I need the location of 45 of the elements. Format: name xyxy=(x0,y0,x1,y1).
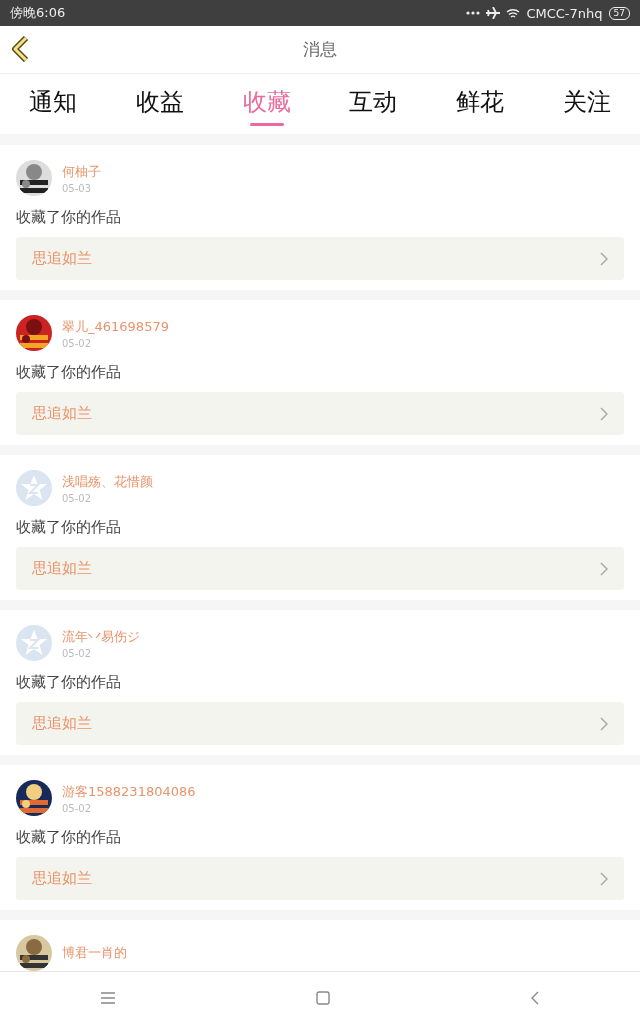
message-date: 05-02 xyxy=(62,647,93,659)
message-date: 05-02 xyxy=(62,337,93,349)
user-name[interactable]: 何柚子 xyxy=(62,162,101,181)
message-text: 收藏了你的作品 xyxy=(16,673,122,692)
chevron-right-icon xyxy=(600,406,608,421)
default-avatar-icon xyxy=(16,625,52,661)
chevron-right-icon xyxy=(600,871,608,886)
user-name[interactable]: 浅唱殇、花惜颜 xyxy=(62,472,153,491)
message-text: 收藏了你的作品 xyxy=(16,828,122,847)
category-tab[interactable]: 收藏 xyxy=(218,74,315,134)
category-tab[interactable]: 通知 xyxy=(5,74,101,134)
more-icon xyxy=(466,11,481,15)
user-name[interactable]: 流年丷易伤ジ xyxy=(62,627,140,646)
message-date: 05-02 xyxy=(62,802,93,814)
status-time: 傍晚6:06 xyxy=(10,4,66,22)
message-text: 收藏了你的作品 xyxy=(16,363,122,382)
default-avatar-icon xyxy=(16,470,52,506)
work-link[interactable]: 思追如兰 xyxy=(16,857,624,900)
category-tab[interactable]: 鲜花 xyxy=(432,74,529,134)
airplane-icon xyxy=(486,7,501,19)
message-text: 收藏了你的作品 xyxy=(16,518,122,537)
message-text: 收藏了你的作品 xyxy=(16,208,122,227)
user-name[interactable]: 游客1588231804086 xyxy=(62,782,196,801)
message-date: 05-03 xyxy=(62,182,93,194)
work-link[interactable]: 思追如兰 xyxy=(16,237,624,280)
work-link[interactable]: 思追如兰 xyxy=(16,392,624,435)
page-title: 消息 xyxy=(303,38,337,61)
user-name[interactable]: 翠儿_461698579 xyxy=(62,317,169,336)
work-link[interactable]: 思追如兰 xyxy=(16,702,624,745)
chevron-right-icon xyxy=(600,561,608,576)
back-nav-icon[interactable] xyxy=(531,991,540,1005)
wifi-icon xyxy=(506,7,521,19)
chevron-right-icon xyxy=(600,251,608,266)
work-link[interactable]: 思追如兰 xyxy=(16,547,624,590)
category-tab[interactable]: 关注 xyxy=(539,74,635,134)
carrier-name: CMCC-7nhq xyxy=(526,5,603,21)
category-tab[interactable]: 收益 xyxy=(111,74,208,134)
menu-icon[interactable] xyxy=(100,992,115,1004)
battery-level: 57 xyxy=(608,6,630,20)
user-name[interactable]: 博君一肖的 xyxy=(62,944,127,962)
back-icon[interactable] xyxy=(10,36,30,62)
message-date: 05-02 xyxy=(62,492,93,504)
home-icon[interactable] xyxy=(316,991,330,1005)
chevron-right-icon xyxy=(600,716,608,731)
category-tab[interactable]: 互动 xyxy=(325,74,422,134)
